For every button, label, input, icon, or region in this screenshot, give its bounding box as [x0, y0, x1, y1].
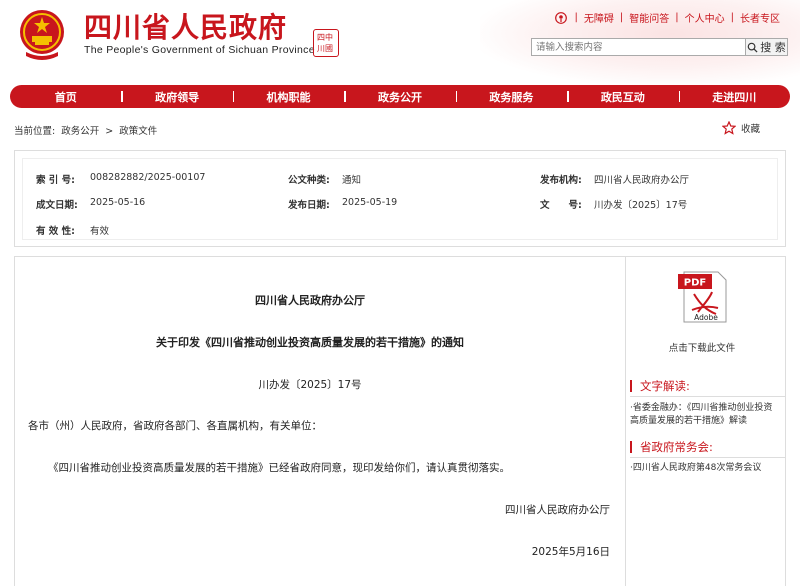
sidebar-rule: [630, 457, 786, 458]
sidebar-rule: [630, 396, 786, 397]
location-pin-icon[interactable]: [554, 11, 567, 24]
nav-interaction[interactable]: 政民互动: [567, 89, 678, 105]
site-title[interactable]: 四川省人民政府: [84, 6, 287, 46]
svg-text:川國: 川國: [317, 44, 333, 53]
article-title: 关于印发《四川省推动创业投资高质量发展的若干措施》的通知: [156, 336, 464, 349]
search-icon: [747, 42, 758, 53]
top-links: | 无障碍 | 智能问答 | 个人中心 | 长者专区: [554, 10, 787, 25]
national-emblem-icon[interactable]: [18, 8, 66, 60]
site-header: 四川省人民政府 The People's Government of Sichu…: [0, 0, 800, 85]
created-date-value: 2025-05-16: [90, 197, 146, 208]
pdf-badge-text: PDF: [684, 278, 706, 289]
document-info-panel: 索 引 号: 008282882/2025-00107 公文种类: 通知 发布机…: [14, 150, 786, 247]
nav-gov-services[interactable]: 政务服务: [455, 89, 567, 105]
executive-meeting-heading: 省政府常务会:: [630, 441, 713, 453]
nav-home[interactable]: 首页: [10, 89, 121, 105]
published-date-label: 发布日期:: [288, 200, 330, 211]
download-file-link[interactable]: 点击下载此文件: [640, 340, 764, 354]
created-date-label: 成文日期:: [36, 200, 78, 211]
article-doc-number: 川办发〔2025〕17号: [258, 379, 362, 391]
article-signature: 四川省人民政府办公厅: [505, 504, 610, 516]
main-nav: 首页 政府领导 机构职能 政务公开 政务服务 政民互动 走进四川: [10, 85, 790, 108]
breadcrumb-item-policy-docs[interactable]: 政策文件: [119, 126, 157, 137]
search-button-label: 搜 索: [760, 41, 786, 54]
personal-center-link[interactable]: 个人中心: [679, 10, 731, 25]
article-body: 《四川省推动创业投资高质量发展的若干措施》已经省政府同意，现印发给你们，请认真贯…: [48, 462, 510, 474]
published-date-value: 2025-05-19: [342, 197, 398, 208]
nav-leaders[interactable]: 政府领导: [121, 89, 232, 105]
accessibility-link[interactable]: 无障碍: [578, 10, 620, 25]
seal-logo: 四中 川國: [313, 29, 339, 57]
doc-number-value: 川办发〔2025〕17号: [594, 200, 688, 211]
search-input[interactable]: [531, 38, 746, 56]
nav-organization[interactable]: 机构职能: [232, 89, 344, 105]
breadcrumb: 当前位置: 政务公开 > 政策文件: [14, 123, 160, 137]
validity-value: 有效: [90, 226, 110, 237]
interpretation-heading: 文字解读:: [630, 380, 690, 392]
search-button[interactable]: 搜 索: [746, 38, 788, 56]
breadcrumb-separator: >: [105, 126, 114, 137]
article-issuer: 四川省人民政府办公厅: [255, 294, 365, 307]
pdf-download-icon[interactable]: PDF Adobe: [676, 270, 732, 324]
breadcrumb-prefix: 当前位置:: [14, 126, 56, 137]
favorite-button[interactable]: 收藏: [722, 121, 760, 135]
smart-qa-link[interactable]: 智能问答: [623, 10, 675, 25]
interpretation-link[interactable]: ·省委金融办：《四川省推动创业投资高质量发展的若干措施》解读: [630, 402, 780, 428]
favorite-label: 收藏: [741, 124, 761, 135]
executive-meeting-link[interactable]: ·四川省人民政府第48次常务会议: [630, 462, 780, 475]
nav-gov-affairs-disclosure[interactable]: 政务公开: [344, 89, 455, 105]
nav-about-sichuan[interactable]: 走进四川: [678, 89, 790, 105]
doc-number-label: 文 号:: [540, 200, 582, 211]
elderly-zone-link[interactable]: 长者专区: [734, 10, 786, 25]
index-label: 索 引 号:: [36, 175, 75, 186]
svg-text:四中: 四中: [317, 32, 333, 42]
star-icon: [722, 121, 736, 135]
doc-type-value: 通知: [342, 175, 362, 186]
article-addressees: 各市（州）人民政府，省政府各部门、各直属机构，有关单位：: [28, 420, 322, 432]
adobe-badge-text: Adobe: [694, 313, 718, 322]
site-subtitle: The People's Government of Sichuan Provi…: [84, 44, 315, 56]
issuing-org-label: 发布机构:: [540, 175, 582, 186]
issuing-org-value: 四川省人民政府办公厅: [594, 175, 690, 186]
document-info-inner: 索 引 号: 008282882/2025-00107 公文种类: 通知 发布机…: [22, 158, 778, 240]
breadcrumb-item-gov-affairs[interactable]: 政务公开: [61, 126, 99, 137]
column-divider: [625, 256, 626, 586]
validity-label: 有 效 性:: [36, 226, 75, 237]
article-date: 2025年5月16日: [531, 546, 610, 558]
doc-type-label: 公文种类:: [288, 175, 330, 186]
index-value: 008282882/2025-00107: [90, 172, 206, 183]
